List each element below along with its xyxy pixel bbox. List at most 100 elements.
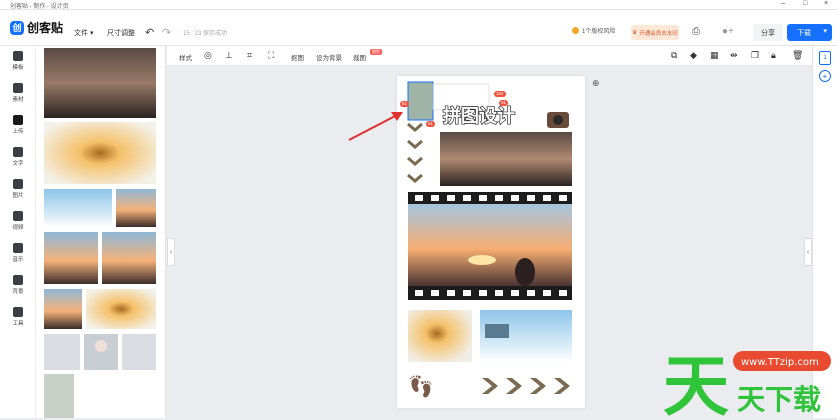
crop-image-tool[interactable]: 裁图 — [353, 52, 366, 62]
feedback-icon[interactable]: ⎙ — [692, 26, 700, 37]
nav-label: 背景 — [12, 289, 24, 295]
watermark-graphic: 天 www.TTzip.com 天下载 — [663, 348, 831, 420]
nav-label: 图片 — [12, 193, 24, 199]
copyright-risk-label: 1个版权风险 — [582, 29, 616, 35]
thumb-sunset-girl-small[interactable] — [116, 189, 156, 227]
duplicate-icon[interactable]: ❐ — [751, 50, 759, 61]
logo-text: 创客贴 — [27, 21, 64, 35]
canvas-title[interactable]: 拼图设计 — [442, 104, 515, 127]
close-icon[interactable]: × — [824, 0, 828, 7]
nav-tools[interactable]: 工具 — [0, 307, 36, 327]
size-badge-width: 104 — [494, 91, 506, 97]
free-badge: 限免 — [370, 49, 382, 55]
nav-label: 模板 — [12, 65, 24, 71]
upload-icon — [13, 115, 23, 125]
minimize-icon[interactable]: – — [781, 0, 785, 7]
nav-material[interactable]: 素材 — [0, 83, 36, 103]
collapse-panel-button[interactable]: ‹ — [167, 238, 175, 266]
thumb-shirt-b[interactable] — [122, 334, 156, 370]
download-button[interactable]: 下载 ▾ — [787, 24, 832, 41]
undo-icon[interactable]: ↶ — [145, 26, 154, 39]
flip-icon[interactable]: ⇹ — [730, 50, 738, 61]
vip-icon: ♛ — [632, 29, 638, 36]
share-button[interactable]: 分享 — [753, 24, 783, 41]
vip-remove-watermark-button[interactable]: ♛ 开通会员去水印 — [631, 25, 679, 40]
layer-icon[interactable]: ◆ — [690, 50, 697, 61]
set-background-tool[interactable]: 设为背景 — [316, 52, 342, 62]
nav-label: 上传 — [12, 129, 24, 135]
footprints-sticker[interactable]: 👣︎ — [407, 375, 435, 400]
thumb-sunset-a[interactable] — [44, 232, 98, 284]
upload-panel — [36, 46, 166, 418]
size-badge-height: 51 — [400, 101, 410, 107]
save-status: 15 : 23 保存成功 — [183, 31, 228, 37]
tools-icon — [13, 307, 23, 317]
thumb-sunset-c[interactable] — [44, 289, 82, 329]
template-icon — [13, 51, 23, 61]
material-icon — [13, 83, 23, 93]
thumb-flower-large[interactable] — [44, 122, 156, 184]
image-icon — [13, 179, 23, 189]
image-toolbar: 样式 ◎ ⊥ ⌗ ⛶ 抠图 设为背景 裁图 限免 ⧉ ◆ ▦ ⇹ ❐ 🔒︎ 🗑︎ — [167, 46, 812, 66]
top-bar: 创 创客贴 文件 ▾ 尺寸调整 ↶ ↷ 15 : 23 保存成功 1个版权风险 … — [0, 10, 837, 46]
thumb-shirt-a[interactable] — [44, 334, 80, 370]
thumb-person-head — [95, 340, 107, 352]
canvas-flower-photo[interactable] — [408, 310, 472, 362]
annotation-arrow — [348, 112, 403, 141]
canvas-artwork: 拼图设计 👣︎ — [407, 81, 572, 400]
collaborator-avatar-icon[interactable]: ●+ — [722, 26, 734, 37]
thumb-dark-landscape[interactable] — [44, 48, 156, 118]
nav-text[interactable]: 文字 — [0, 147, 36, 167]
cutout-tool[interactable]: 抠图 — [291, 52, 304, 62]
copy-icon[interactable]: ⧉ — [671, 50, 677, 61]
vip-label: 开通会员去水印 — [639, 30, 678, 37]
file-menu[interactable]: 文件 ▾ — [74, 28, 93, 38]
watermark-url: www.TTzip.com — [741, 357, 819, 368]
copyright-risk[interactable]: 1个版权风险 — [572, 26, 615, 35]
window-title: 创客贴 - 制作 - 设计页 — [10, 4, 69, 10]
canvas-dark-photo[interactable] — [440, 132, 572, 186]
warning-icon — [572, 27, 579, 34]
film-photo-sunset[interactable] — [408, 204, 572, 286]
delete-icon[interactable]: 🗑︎ — [792, 50, 803, 61]
lock-icon[interactable]: 🔒︎ — [771, 50, 776, 61]
thumb-shirt-c[interactable] — [44, 374, 74, 418]
watermark-text: 天下载 — [737, 383, 821, 416]
chevron-down-icon[interactable]: ▾ — [823, 27, 827, 35]
logo-mark: 创 — [10, 20, 24, 35]
selected-photo[interactable] — [408, 82, 433, 120]
design-canvas[interactable]: 拼图设计 👣︎ — [397, 76, 585, 408]
expand-icon[interactable]: ⛶ — [268, 50, 274, 61]
collapse-right-button[interactable]: ‹ — [804, 238, 812, 266]
site-watermark: 天 www.TTzip.com 天下载 — [663, 345, 837, 420]
filter-icon[interactable]: ◎ — [204, 50, 212, 61]
distance-badge-b: 91 — [426, 121, 436, 127]
camera-lens — [553, 115, 563, 125]
nav-template[interactable]: 模板 — [0, 51, 36, 71]
transparency-icon[interactable]: ▦ — [710, 50, 719, 61]
down-chevron-stickers[interactable] — [406, 122, 424, 188]
thumb-sunset-b[interactable] — [102, 232, 156, 284]
align-icon[interactable]: ⊥ — [225, 50, 233, 61]
watermark-big-char: 天 — [663, 348, 729, 418]
page-thumbnail[interactable]: 1 — [819, 51, 831, 65]
sunset-sun — [468, 255, 496, 265]
nav-background[interactable]: 背景 — [0, 275, 36, 295]
thumb-flower-small[interactable] — [86, 289, 156, 329]
add-page-icon[interactable]: + — [819, 70, 831, 82]
app-logo[interactable]: 创 创客贴 — [10, 19, 63, 36]
nav-image[interactable]: 图片 — [0, 179, 36, 199]
maximize-icon[interactable]: □ — [803, 0, 807, 7]
nav-upload[interactable]: 上传 — [0, 115, 36, 135]
thumb-snow-board[interactable] — [44, 189, 112, 227]
nav-video[interactable]: 视频 — [0, 211, 36, 231]
add-page-note-icon[interactable]: ⊕ — [592, 78, 600, 89]
style-tool[interactable]: 样式 — [179, 52, 192, 62]
nav-music[interactable]: 音乐 — [0, 243, 36, 263]
uploaded-thumbnails — [44, 48, 156, 418]
crop-icon[interactable]: ⌗ — [247, 50, 252, 61]
nav-label: 文字 — [12, 161, 24, 167]
resize-menu[interactable]: 尺寸调整 — [107, 28, 135, 38]
redo-icon[interactable]: ↷ — [162, 26, 171, 39]
right-chevron-stickers[interactable] — [480, 376, 576, 396]
